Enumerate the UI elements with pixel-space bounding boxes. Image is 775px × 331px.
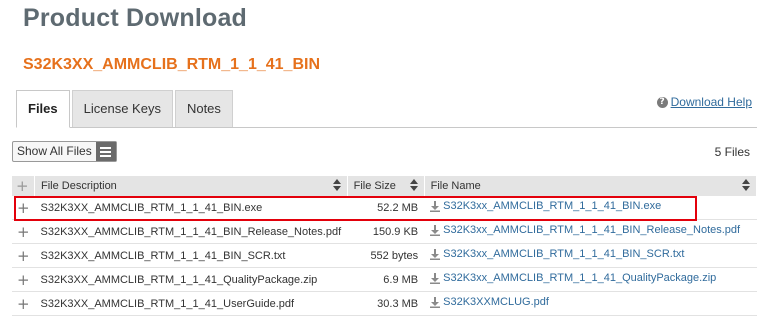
menu-icon[interactable] — [95, 142, 116, 161]
column-header-file-size[interactable]: File Size — [347, 176, 425, 196]
file-size: 30.3 MB — [347, 291, 425, 316]
column-label: File Description — [41, 180, 117, 192]
expand-row-icon[interactable]: + — [12, 243, 35, 268]
download-icon — [430, 272, 441, 284]
file-count: 5 Files — [714, 145, 750, 159]
file-name: S32K3xx_AMMCLIB_RTM_1_1_41_QualityPackag… — [443, 272, 717, 285]
tab-license-keys[interactable]: License Keys — [71, 90, 173, 127]
download-icon — [430, 296, 441, 308]
show-all-files-dropdown[interactable]: Show All Files — [12, 141, 117, 162]
tab-divider — [16, 127, 757, 128]
sort-icon[interactable] — [409, 179, 418, 191]
expand-row-icon[interactable]: + — [12, 196, 35, 220]
download-link[interactable]: S32K3xx_AMMCLIB_RTM_1_1_41_BIN_SCR.txt — [430, 248, 684, 260]
product-name: S32K3XX_AMMCLIB_RTM_1_1_41_BIN — [23, 56, 320, 73]
download-link[interactable]: S32K3xx_AMMCLIB_RTM_1_1_41_BIN.exe — [430, 200, 661, 212]
expand-row-icon[interactable]: + — [12, 291, 35, 316]
page-title: Product Download — [23, 4, 248, 32]
table-row: + S32K3XX_AMMCLIB_RTM_1_1_41_UserGuide.p… — [12, 291, 757, 316]
file-description: S32K3XX_AMMCLIB_RTM_1_1_41_BIN_SCR.txt — [34, 243, 348, 268]
file-description: S32K3XX_AMMCLIB_RTM_1_1_41_BIN.exe — [34, 196, 348, 220]
file-name: S32K3xx_AMMCLIB_RTM_1_1_41_BIN.exe — [443, 200, 662, 213]
question-icon: ? — [656, 96, 668, 108]
sort-icon[interactable] — [742, 179, 750, 191]
file-description: S32K3XX_AMMCLIB_RTM_1_1_41_BIN_Release_N… — [34, 219, 348, 244]
table-row: + S32K3XX_AMMCLIB_RTM_1_1_41_BIN.exe 52.… — [12, 196, 757, 220]
table-header-row: + File Description File Size File Name — [12, 176, 758, 196]
column-header-file-name[interactable]: File Name — [424, 176, 758, 196]
product-download-page: Product Download S32K3XX_AMMCLIB_RTM_1_1… — [0, 0, 775, 331]
download-help-label: Download Help — [670, 95, 752, 109]
file-name: S32K3XXMCLUG.pdf — [443, 296, 549, 309]
column-label: File Size — [353, 180, 396, 192]
download-icon — [430, 248, 441, 260]
table-row: + S32K3XX_AMMCLIB_RTM_1_1_41_QualityPack… — [12, 267, 757, 292]
file-name: S32K3xx_AMMCLIB_RTM_1_1_41_BIN_SCR.txt — [443, 248, 685, 261]
show-all-files-label: Show All Files — [17, 144, 92, 158]
table-row: + S32K3XX_AMMCLIB_RTM_1_1_41_BIN_SCR.txt… — [12, 243, 757, 268]
download-help-link[interactable]: ? Download Help — [656, 95, 752, 109]
tab-notes[interactable]: Notes — [174, 90, 233, 127]
column-header-file-description[interactable]: File Description — [34, 176, 348, 196]
download-link[interactable]: S32K3XXMCLUG.pdf — [430, 296, 549, 308]
expand-all-icon[interactable]: + — [12, 176, 35, 196]
expand-row-icon[interactable]: + — [12, 219, 35, 244]
file-description: S32K3XX_AMMCLIB_RTM_1_1_41_UserGuide.pdf — [34, 291, 348, 316]
tab-bar: Files License Keys Notes — [16, 90, 235, 128]
tab-files[interactable]: Files — [16, 90, 70, 128]
file-description: S32K3XX_AMMCLIB_RTM_1_1_41_QualityPackag… — [34, 267, 348, 292]
file-size: 552 bytes — [347, 243, 425, 268]
column-label: File Name — [430, 180, 481, 192]
sort-icon[interactable] — [332, 179, 341, 191]
download-link[interactable]: S32K3xx_AMMCLIB_RTM_1_1_41_BIN_Release_N… — [430, 224, 740, 236]
download-icon — [430, 200, 441, 212]
expand-row-icon[interactable]: + — [12, 267, 35, 292]
file-size: 52.2 MB — [347, 196, 425, 220]
files-table: + File Description File Size File Name +… — [12, 176, 758, 316]
file-size: 6.9 MB — [347, 267, 425, 292]
file-size: 150.9 KB — [347, 219, 425, 244]
download-link[interactable]: S32K3xx_AMMCLIB_RTM_1_1_41_QualityPackag… — [430, 272, 716, 284]
download-icon — [430, 224, 441, 236]
table-row: + S32K3XX_AMMCLIB_RTM_1_1_41_BIN_Release… — [12, 219, 757, 244]
file-name: S32K3xx_AMMCLIB_RTM_1_1_41_BIN_Release_N… — [443, 224, 741, 237]
